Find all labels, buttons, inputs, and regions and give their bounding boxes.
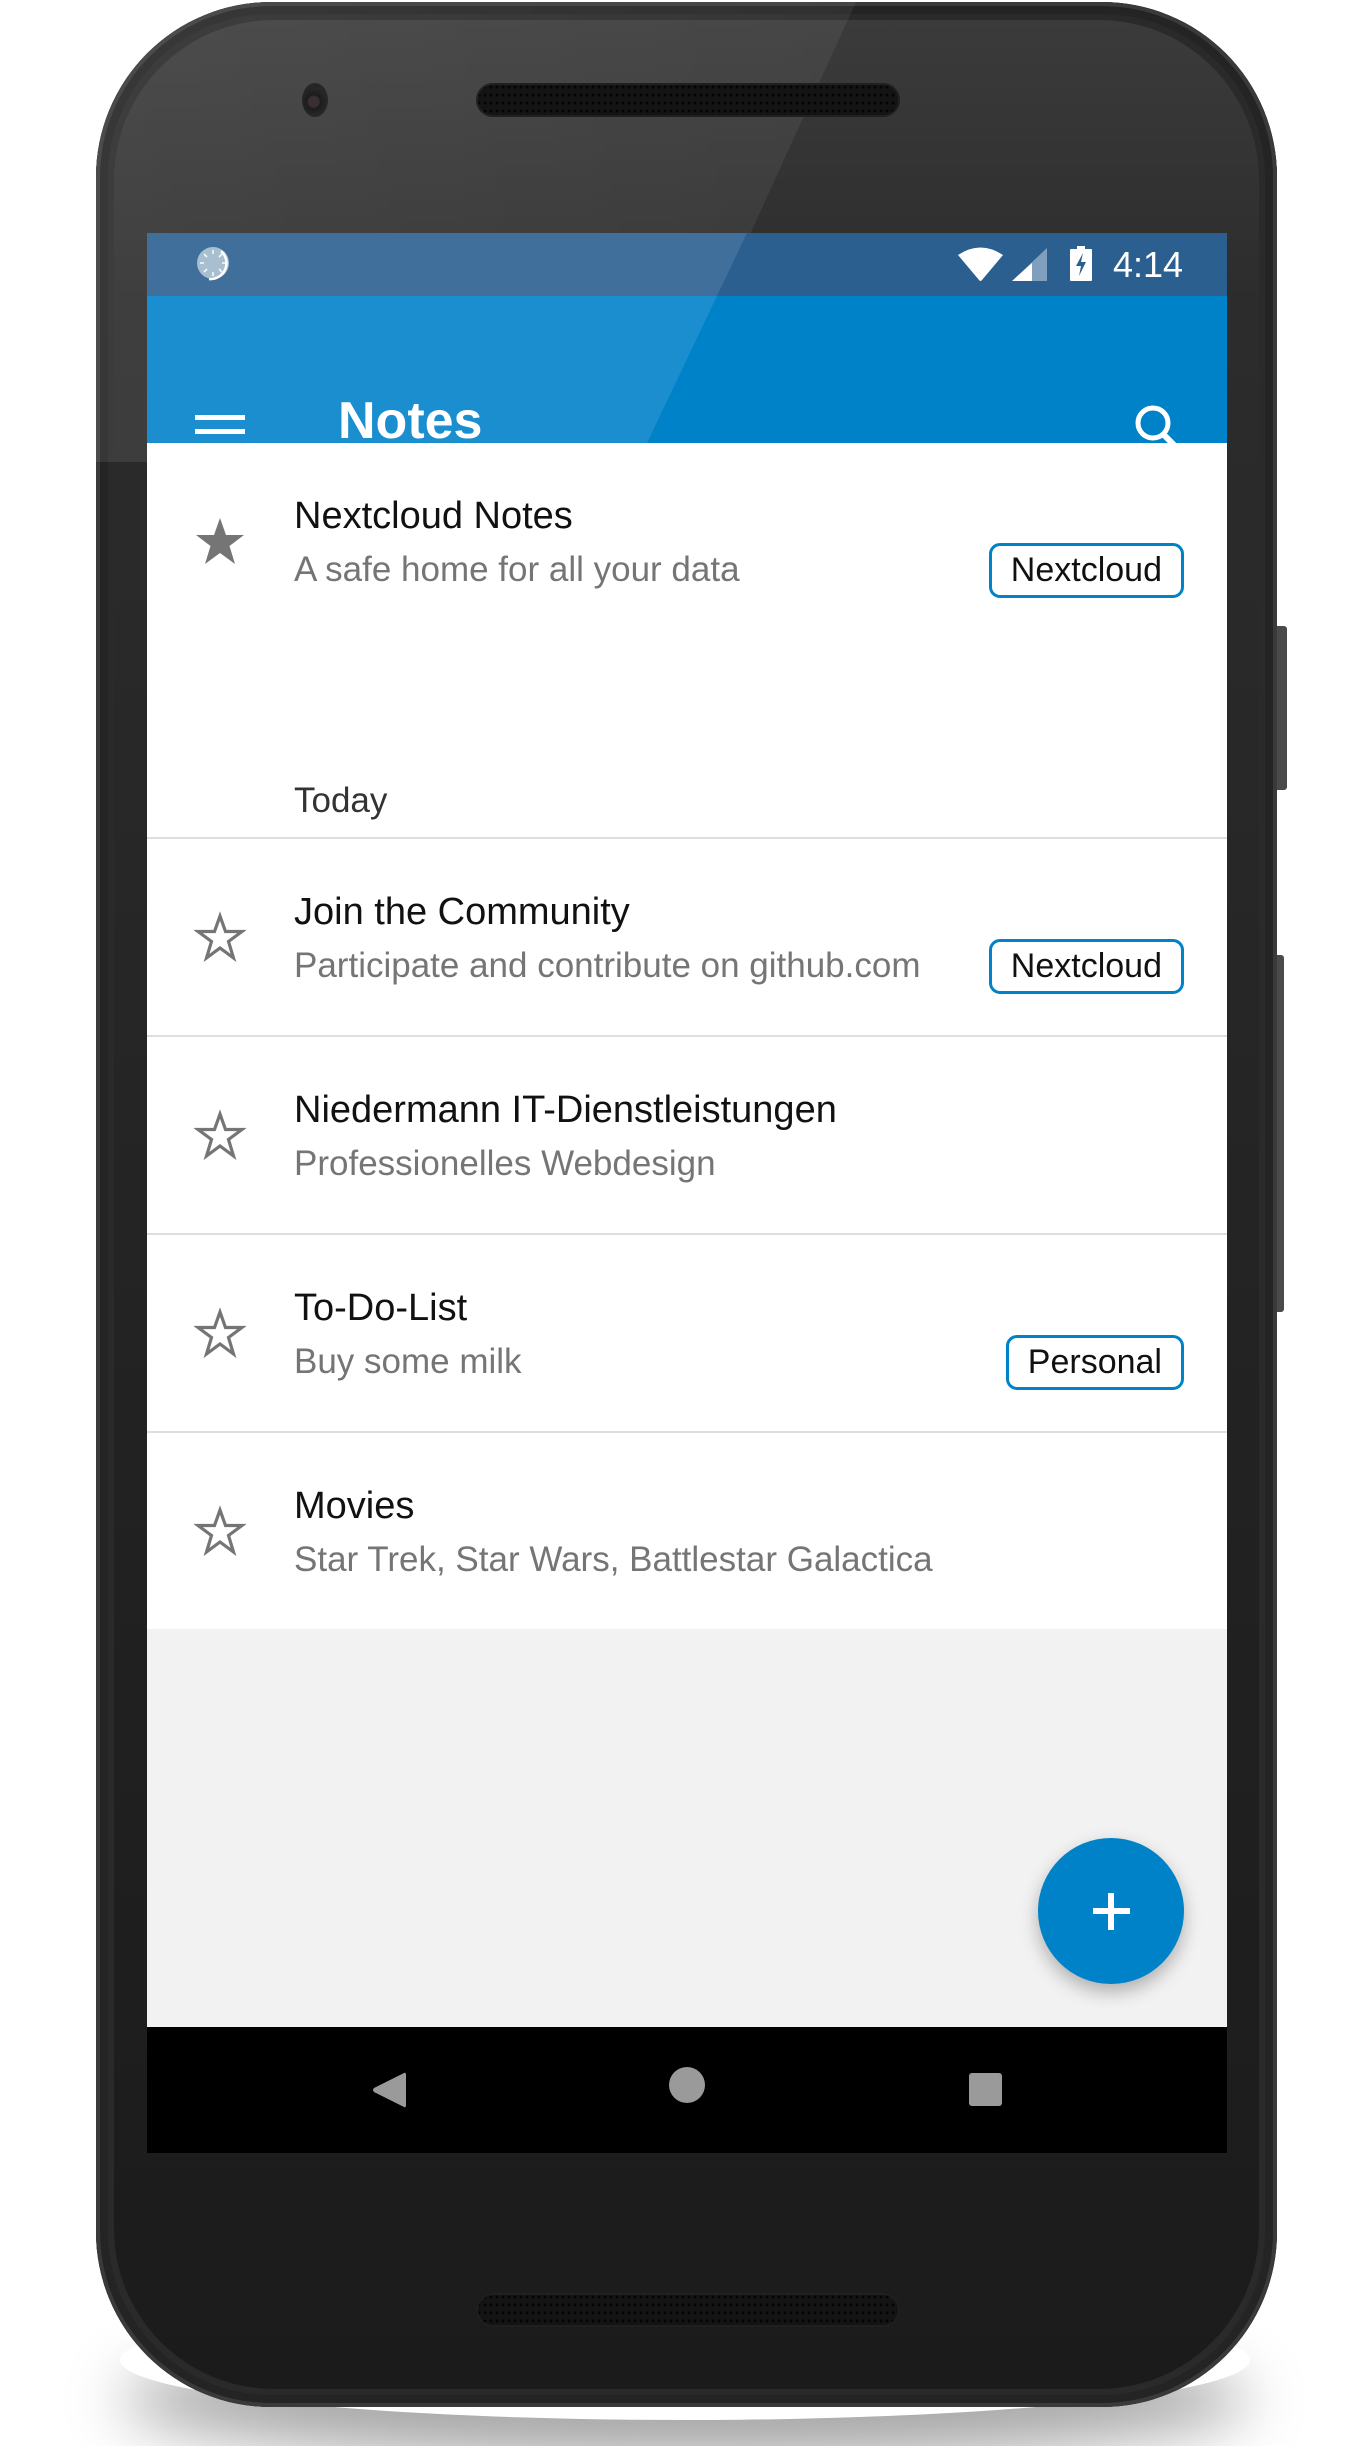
note-excerpt: Professionelles Webdesign bbox=[294, 1144, 716, 1183]
note-title: Nextcloud Notes bbox=[294, 495, 573, 537]
signal-icon bbox=[1012, 248, 1047, 281]
system-nav-bar bbox=[147, 2027, 1227, 2153]
bottom-speaker bbox=[476, 2293, 900, 2327]
status-time: 4:14 bbox=[1113, 244, 1184, 285]
star-outline-icon[interactable] bbox=[194, 911, 246, 963]
star-outline-icon[interactable] bbox=[194, 1307, 246, 1359]
note-excerpt: A safe home for all your data bbox=[294, 550, 740, 589]
category-tag[interactable]: Nextcloud bbox=[988, 939, 1184, 994]
group-header-today: Today bbox=[294, 781, 388, 820]
note-title: To-Do-List bbox=[294, 1287, 468, 1329]
favorites-section: Nextcloud Notes A safe home for all your… bbox=[147, 443, 1227, 839]
home-icon[interactable] bbox=[669, 2067, 705, 2103]
notes-list: Nextcloud Notes A safe home for all your… bbox=[147, 443, 1227, 1629]
battery-charging-icon bbox=[1070, 246, 1092, 281]
note-excerpt: Buy some milk bbox=[294, 1342, 522, 1381]
earpiece-speaker bbox=[476, 83, 900, 117]
back-icon[interactable] bbox=[372, 2072, 406, 2108]
note-item[interactable]: Niedermann IT-Dienstleistungen Professio… bbox=[147, 1037, 1227, 1235]
note-item[interactable]: Join the Community Participate and contr… bbox=[147, 839, 1227, 1037]
note-item[interactable]: Nextcloud Notes A safe home for all your… bbox=[147, 443, 1227, 641]
power-button bbox=[1277, 626, 1287, 790]
wifi-icon bbox=[958, 247, 1003, 281]
star-outline-icon[interactable] bbox=[194, 1109, 246, 1161]
front-camera bbox=[302, 83, 328, 117]
note-title: Movies bbox=[294, 1485, 415, 1527]
category-tag[interactable]: Personal bbox=[1005, 1335, 1184, 1390]
note-title: Niedermann IT-Dienstleistungen bbox=[294, 1089, 837, 1131]
note-title: Join the Community bbox=[294, 891, 630, 933]
recents-icon[interactable] bbox=[969, 2073, 1002, 2106]
star-filled-icon[interactable] bbox=[194, 515, 246, 567]
note-item[interactable]: To-Do-List Buy some milk Personal bbox=[147, 1235, 1227, 1433]
star-outline-icon[interactable] bbox=[194, 1505, 246, 1557]
add-note-button[interactable] bbox=[1038, 1838, 1184, 1984]
volume-button bbox=[1277, 955, 1284, 1312]
category-tag[interactable]: Nextcloud bbox=[988, 543, 1184, 598]
screen: 4:14 Notes Nextcloud Notes A safe home f… bbox=[147, 233, 1227, 2153]
note-excerpt: Participate and contribute on github.com bbox=[294, 946, 921, 985]
note-item[interactable]: Movies Star Trek, Star Wars, Battlestar … bbox=[147, 1433, 1227, 1629]
note-excerpt: Star Trek, Star Wars, Battlestar Galacti… bbox=[294, 1540, 933, 1579]
